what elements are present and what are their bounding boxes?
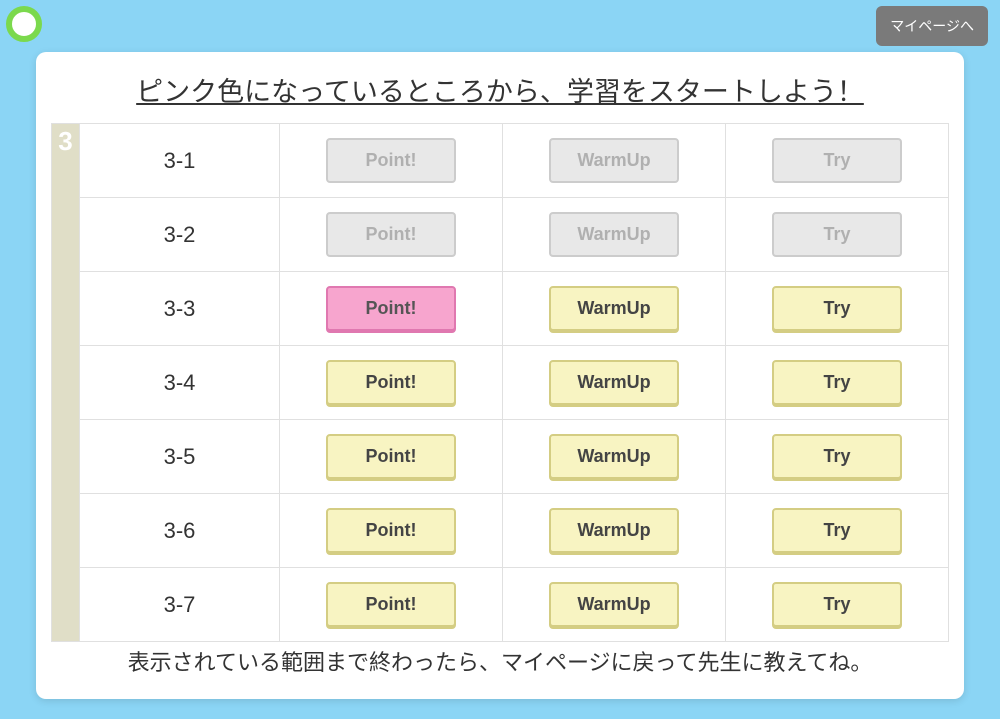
button-cell: WarmUp [503, 272, 726, 346]
warmup-button: WarmUp [549, 138, 679, 183]
button-cell: Try [726, 272, 949, 346]
lesson-label: 3-5 [80, 420, 280, 494]
try-button[interactable]: Try [772, 360, 902, 405]
point-button: Point! [326, 138, 456, 183]
section-number: 3 [52, 124, 79, 154]
button-cell: Point! [280, 346, 503, 420]
button-cell: Try [726, 198, 949, 272]
button-cell: Point! [280, 272, 503, 346]
main-panel: ピンク色になっているところから、学習をスタートしよう！ 33-1 Point! Wa… [36, 52, 964, 699]
table-row: 3-2 Point! WarmUp Try [52, 198, 949, 272]
try-button: Try [772, 138, 902, 183]
lesson-table: 33-1Point!WarmUpTry3-2Point!WarmUpTry3-3… [51, 123, 949, 642]
button-cell: Try [726, 568, 949, 642]
button-cell: Point! [280, 568, 503, 642]
point-button[interactable]: Point! [326, 360, 456, 405]
table-row: 33-1 Point! WarmUp Try [52, 124, 949, 198]
lesson-label: 3-1 [80, 124, 280, 198]
lesson-label: 3-4 [80, 346, 280, 420]
try-button[interactable]: Try [772, 434, 902, 479]
section-column: 3 [52, 124, 80, 642]
table-row: 3-6 Point! WarmUp Try [52, 494, 949, 568]
try-button[interactable]: Try [772, 286, 902, 331]
page-title: ピンク色になっているところから、学習をスタートしよう！ [36, 70, 964, 109]
table-row: 3-4 Point! WarmUp Try [52, 346, 949, 420]
point-button[interactable]: Point! [326, 582, 456, 627]
point-button[interactable]: Point! [326, 286, 456, 331]
table-row: 3-5 Point! WarmUp Try [52, 420, 949, 494]
button-cell: WarmUp [503, 198, 726, 272]
try-button[interactable]: Try [772, 508, 902, 553]
logo-icon [6, 6, 42, 42]
button-cell: WarmUp [503, 494, 726, 568]
try-button: Try [772, 212, 902, 257]
button-cell: Try [726, 124, 949, 198]
point-button[interactable]: Point! [326, 508, 456, 553]
warmup-button[interactable]: WarmUp [549, 286, 679, 331]
button-cell: Try [726, 420, 949, 494]
lesson-label: 3-3 [80, 272, 280, 346]
button-cell: WarmUp [503, 346, 726, 420]
button-cell: WarmUp [503, 420, 726, 494]
warmup-button: WarmUp [549, 212, 679, 257]
warmup-button[interactable]: WarmUp [549, 360, 679, 405]
button-cell: WarmUp [503, 568, 726, 642]
lesson-label: 3-6 [80, 494, 280, 568]
button-cell: Point! [280, 198, 503, 272]
button-cell: WarmUp [503, 124, 726, 198]
warmup-button[interactable]: WarmUp [549, 582, 679, 627]
button-cell: Point! [280, 124, 503, 198]
footer-message: 表示されている範囲まで終わったら、マイページに戻って先生に教えてね。 [36, 645, 964, 677]
lesson-label: 3-2 [80, 198, 280, 272]
try-button[interactable]: Try [772, 582, 902, 627]
table-row: 3-7 Point! WarmUp Try [52, 568, 949, 642]
button-cell: Try [726, 346, 949, 420]
button-cell: Try [726, 494, 949, 568]
warmup-button[interactable]: WarmUp [549, 508, 679, 553]
button-cell: Point! [280, 494, 503, 568]
table-row: 3-3 Point! WarmUp Try [52, 272, 949, 346]
button-cell: Point! [280, 420, 503, 494]
point-button[interactable]: Point! [326, 434, 456, 479]
mypage-button[interactable]: マイページへ [876, 6, 988, 46]
warmup-button[interactable]: WarmUp [549, 434, 679, 479]
lesson-label: 3-7 [80, 568, 280, 642]
point-button: Point! [326, 212, 456, 257]
